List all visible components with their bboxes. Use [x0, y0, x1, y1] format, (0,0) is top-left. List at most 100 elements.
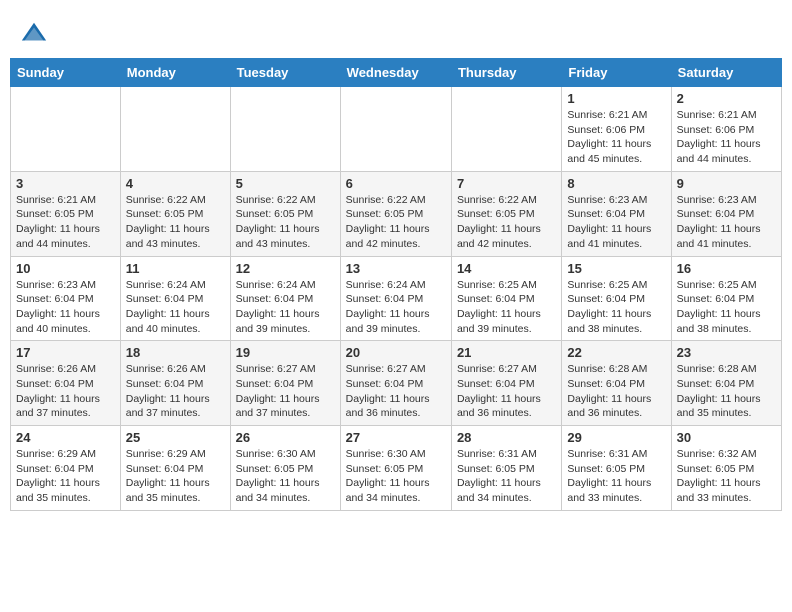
day-info: Sunrise: 6:21 AM Sunset: 6:06 PM Dayligh… — [567, 108, 665, 167]
calendar-cell: 30 Sunrise: 6:32 AM Sunset: 6:05 PM Dayli… — [671, 426, 781, 511]
day-info: Sunrise: 6:31 AM Sunset: 6:05 PM Dayligh… — [457, 447, 556, 506]
day-info: Sunrise: 6:28 AM Sunset: 6:04 PM Dayligh… — [677, 362, 776, 421]
calendar-week-row: 1 Sunrise: 6:21 AM Sunset: 6:06 PM Daylig… — [11, 87, 782, 172]
calendar-cell: 9 Sunrise: 6:23 AM Sunset: 6:04 PM Daylig… — [671, 171, 781, 256]
day-info: Sunrise: 6:26 AM Sunset: 6:04 PM Dayligh… — [16, 362, 115, 421]
day-number: 30 — [677, 430, 776, 445]
day-number: 23 — [677, 345, 776, 360]
calendar-cell: 5 Sunrise: 6:22 AM Sunset: 6:05 PM Daylig… — [230, 171, 340, 256]
calendar-cell: 21 Sunrise: 6:27 AM Sunset: 6:04 PM Dayli… — [451, 341, 561, 426]
calendar-cell: 29 Sunrise: 6:31 AM Sunset: 6:05 PM Dayli… — [562, 426, 671, 511]
day-number: 3 — [16, 176, 115, 191]
calendar-cell: 24 Sunrise: 6:29 AM Sunset: 6:04 PM Dayli… — [11, 426, 121, 511]
day-info: Sunrise: 6:32 AM Sunset: 6:05 PM Dayligh… — [677, 447, 776, 506]
day-number: 8 — [567, 176, 665, 191]
calendar-cell: 3 Sunrise: 6:21 AM Sunset: 6:05 PM Daylig… — [11, 171, 121, 256]
calendar-cell: 7 Sunrise: 6:22 AM Sunset: 6:05 PM Daylig… — [451, 171, 561, 256]
day-number: 10 — [16, 261, 115, 276]
day-number: 5 — [236, 176, 335, 191]
calendar-cell: 1 Sunrise: 6:21 AM Sunset: 6:06 PM Daylig… — [562, 87, 671, 172]
calendar-cell: 6 Sunrise: 6:22 AM Sunset: 6:05 PM Daylig… — [340, 171, 451, 256]
day-number: 7 — [457, 176, 556, 191]
day-info: Sunrise: 6:29 AM Sunset: 6:04 PM Dayligh… — [126, 447, 225, 506]
calendar-cell: 20Sunrise: 6:27 AM Sunset: 6:04 PM Dayli… — [340, 341, 451, 426]
calendar-cell — [451, 87, 561, 172]
day-info: Sunrise: 6:23 AM Sunset: 6:04 PM Dayligh… — [16, 278, 115, 337]
day-number: 4 — [126, 176, 225, 191]
weekday-header-row: SundayMondayTuesdayWednesdayThursdayFrid… — [11, 59, 782, 87]
weekday-header: Friday — [562, 59, 671, 87]
calendar-cell: 23 Sunrise: 6:28 AM Sunset: 6:04 PM Dayli… — [671, 341, 781, 426]
day-info: Sunrise: 6:28 AM Sunset: 6:04 PM Dayligh… — [567, 362, 665, 421]
day-info: Sunrise: 6:29 AM Sunset: 6:04 PM Dayligh… — [16, 447, 115, 506]
calendar-week-row: 3 Sunrise: 6:21 AM Sunset: 6:05 PM Daylig… — [11, 171, 782, 256]
calendar-cell: 22 Sunrise: 6:28 AM Sunset: 6:04 PM Dayli… — [562, 341, 671, 426]
weekday-header: Saturday — [671, 59, 781, 87]
logo — [20, 20, 52, 48]
day-number: 27 — [346, 430, 446, 445]
day-number: 24 — [16, 430, 115, 445]
day-info: Sunrise: 6:21 AM Sunset: 6:06 PM Dayligh… — [677, 108, 776, 167]
day-number: 9 — [677, 176, 776, 191]
day-info: Sunrise: 6:31 AM Sunset: 6:05 PM Dayligh… — [567, 447, 665, 506]
day-info: Sunrise: 6:22 AM Sunset: 6:05 PM Dayligh… — [126, 193, 225, 252]
weekday-header: Thursday — [451, 59, 561, 87]
day-info: Sunrise: 6:22 AM Sunset: 6:05 PM Dayligh… — [236, 193, 335, 252]
calendar-cell: 18Sunrise: 6:26 AM Sunset: 6:04 PM Dayli… — [120, 341, 230, 426]
day-number: 20 — [346, 345, 446, 360]
page-header — [10, 10, 782, 53]
calendar-cell — [11, 87, 121, 172]
weekday-header: Wednesday — [340, 59, 451, 87]
calendar-cell: 8 Sunrise: 6:23 AM Sunset: 6:04 PM Daylig… — [562, 171, 671, 256]
calendar-cell: 12Sunrise: 6:24 AM Sunset: 6:04 PM Dayli… — [230, 256, 340, 341]
day-number: 22 — [567, 345, 665, 360]
calendar-cell: 27 Sunrise: 6:30 AM Sunset: 6:05 PM Dayli… — [340, 426, 451, 511]
calendar-cell: 26 Sunrise: 6:30 AM Sunset: 6:05 PM Dayli… — [230, 426, 340, 511]
calendar-week-row: 17Sunrise: 6:26 AM Sunset: 6:04 PM Dayli… — [11, 341, 782, 426]
day-number: 25 — [126, 430, 225, 445]
day-number: 13 — [346, 261, 446, 276]
calendar-cell: 10 Sunrise: 6:23 AM Sunset: 6:04 PM Dayli… — [11, 256, 121, 341]
calendar-cell: 17Sunrise: 6:26 AM Sunset: 6:04 PM Dayli… — [11, 341, 121, 426]
day-info: Sunrise: 6:27 AM Sunset: 6:04 PM Dayligh… — [457, 362, 556, 421]
day-number: 29 — [567, 430, 665, 445]
day-number: 19 — [236, 345, 335, 360]
calendar-week-row: 24 Sunrise: 6:29 AM Sunset: 6:04 PM Dayli… — [11, 426, 782, 511]
day-info: Sunrise: 6:24 AM Sunset: 6:04 PM Dayligh… — [346, 278, 446, 337]
weekday-header: Tuesday — [230, 59, 340, 87]
day-info: Sunrise: 6:22 AM Sunset: 6:05 PM Dayligh… — [346, 193, 446, 252]
day-number: 14 — [457, 261, 556, 276]
day-info: Sunrise: 6:22 AM Sunset: 6:05 PM Dayligh… — [457, 193, 556, 252]
day-number: 21 — [457, 345, 556, 360]
calendar-cell: 15 Sunrise: 6:25 AM Sunset: 6:04 PM Dayli… — [562, 256, 671, 341]
day-info: Sunrise: 6:30 AM Sunset: 6:05 PM Dayligh… — [346, 447, 446, 506]
calendar-cell: 11Sunrise: 6:24 AM Sunset: 6:04 PM Dayli… — [120, 256, 230, 341]
day-number: 28 — [457, 430, 556, 445]
day-number: 26 — [236, 430, 335, 445]
weekday-header: Monday — [120, 59, 230, 87]
day-info: Sunrise: 6:21 AM Sunset: 6:05 PM Dayligh… — [16, 193, 115, 252]
day-number: 15 — [567, 261, 665, 276]
calendar-cell: 2Sunrise: 6:21 AM Sunset: 6:06 PM Daylig… — [671, 87, 781, 172]
day-info: Sunrise: 6:30 AM Sunset: 6:05 PM Dayligh… — [236, 447, 335, 506]
calendar-cell: 16 Sunrise: 6:25 AM Sunset: 6:04 PM Dayli… — [671, 256, 781, 341]
day-info: Sunrise: 6:23 AM Sunset: 6:04 PM Dayligh… — [567, 193, 665, 252]
logo-icon — [20, 20, 48, 48]
calendar-cell: 4 Sunrise: 6:22 AM Sunset: 6:05 PM Daylig… — [120, 171, 230, 256]
day-number: 6 — [346, 176, 446, 191]
calendar-cell: 25 Sunrise: 6:29 AM Sunset: 6:04 PM Dayli… — [120, 426, 230, 511]
weekday-header: Sunday — [11, 59, 121, 87]
day-info: Sunrise: 6:27 AM Sunset: 6:04 PM Dayligh… — [236, 362, 335, 421]
day-info: Sunrise: 6:24 AM Sunset: 6:04 PM Dayligh… — [236, 278, 335, 337]
day-info: Sunrise: 6:25 AM Sunset: 6:04 PM Dayligh… — [457, 278, 556, 337]
day-info: Sunrise: 6:26 AM Sunset: 6:04 PM Dayligh… — [126, 362, 225, 421]
calendar-table: SundayMondayTuesdayWednesdayThursdayFrid… — [10, 58, 782, 511]
day-info: Sunrise: 6:25 AM Sunset: 6:04 PM Dayligh… — [677, 278, 776, 337]
calendar-cell — [340, 87, 451, 172]
day-number: 16 — [677, 261, 776, 276]
day-number: 1 — [567, 91, 665, 106]
day-info: Sunrise: 6:23 AM Sunset: 6:04 PM Dayligh… — [677, 193, 776, 252]
calendar-cell: 28 Sunrise: 6:31 AM Sunset: 6:05 PM Dayli… — [451, 426, 561, 511]
calendar-cell — [230, 87, 340, 172]
day-info: Sunrise: 6:25 AM Sunset: 6:04 PM Dayligh… — [567, 278, 665, 337]
